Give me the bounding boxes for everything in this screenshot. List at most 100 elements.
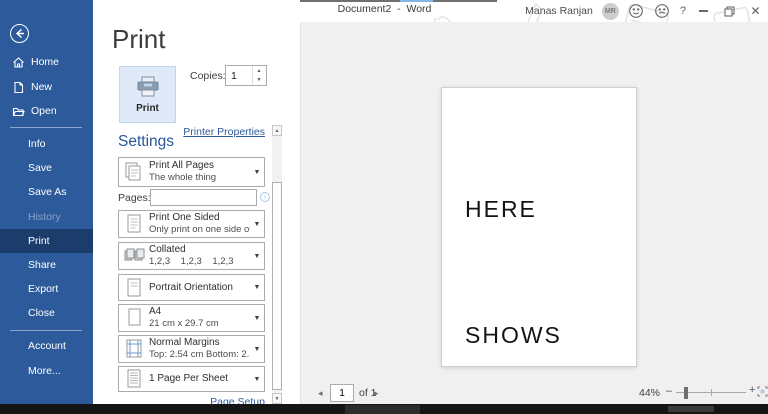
- copies-label: Copies:: [190, 70, 226, 82]
- sidebar-item-export[interactable]: Export: [0, 277, 93, 301]
- dropdown-text: A4 21 cm x 29.7 cm: [149, 306, 250, 330]
- sidebar-item-save-as[interactable]: Save As: [0, 180, 93, 204]
- dropdown-paper-size[interactable]: A4 21 cm x 29.7 cm ▼: [118, 304, 265, 332]
- chevron-down-icon: ▼: [253, 220, 261, 228]
- dropdown-print-all-pages[interactable]: Print All Pages The whole thing ▼: [118, 157, 265, 187]
- sidebar-divider: [10, 330, 82, 331]
- print-button[interactable]: Print: [119, 66, 176, 123]
- zoom-percent-label[interactable]: 44%: [630, 387, 660, 399]
- window-top-edge: [300, 0, 497, 2]
- minimize-button[interactable]: [695, 3, 712, 20]
- scrollbar-thumb[interactable]: [272, 182, 282, 390]
- feedback-frown-icon[interactable]: [654, 3, 671, 20]
- taskbar-app-highlight: [345, 405, 420, 414]
- titlebar-right-cluster: Manas Ranjan MR ? ✕: [525, 0, 764, 22]
- dropdown-margins[interactable]: Normal Margins Top: 2.54 cm Bottom: 2.54…: [118, 335, 265, 363]
- dropdown-subtitle: 21 cm x 29.7 cm: [149, 318, 219, 329]
- back-button[interactable]: [10, 24, 29, 43]
- preview-line: HERE: [465, 196, 537, 222]
- user-name[interactable]: Manas Ranjan: [525, 5, 593, 17]
- sidebar-item-label: Save: [28, 162, 52, 174]
- close-button[interactable]: ✕: [747, 3, 764, 20]
- dropdown-title: A4: [149, 306, 162, 317]
- previous-page-button[interactable]: ◂: [318, 388, 323, 399]
- sidebar-item-label: New: [31, 81, 53, 93]
- preview-page-text: HERE SHOWS THE PRINT PREVIEW: [465, 104, 613, 414]
- pages-label: Pages:: [118, 192, 151, 204]
- chevron-down-icon: ▼: [253, 168, 261, 176]
- restore-button[interactable]: [721, 3, 738, 20]
- sidebar-item-label: Close: [28, 307, 55, 319]
- pages-input[interactable]: [150, 189, 257, 206]
- sidebar-item-open[interactable]: Open: [0, 99, 93, 123]
- sidebar-item-share[interactable]: Share: [0, 253, 93, 277]
- feedback-smile-icon[interactable]: [628, 3, 645, 20]
- dropdown-print-one-sided[interactable]: Print One Sided Only print on one side o…: [118, 210, 265, 238]
- dropdown-subtitle: The whole thing: [149, 172, 217, 183]
- settings-scrollbar[interactable]: ▲ ▼: [272, 125, 282, 404]
- print-button-label: Print: [136, 102, 159, 114]
- copies-spinner: ▲ ▼: [225, 65, 267, 86]
- settings-heading: Settings: [118, 133, 175, 150]
- dropdown-title: Portrait Orientation: [149, 281, 233, 293]
- document-title: Document2 - Word: [337, 3, 432, 15]
- taskbar-clock-area: [668, 406, 714, 412]
- dropdown-text: 1 Page Per Sheet: [149, 373, 250, 385]
- sidebar-item-label: Export: [28, 283, 59, 295]
- dropdown-collated[interactable]: Collated 1,2,3 1,2,3 1,2,3 ▼: [118, 242, 265, 270]
- help-icon[interactable]: ?: [680, 5, 686, 17]
- sidebar-item-label: History: [28, 211, 61, 223]
- word-backstage-print-view: Document2 - Word Manas Ranjan MR ? ✕ Hom…: [0, 0, 768, 414]
- user-avatar[interactable]: MR: [601, 2, 619, 20]
- dropdown-title: 1 Page Per Sheet: [149, 373, 228, 384]
- zoom-in-button[interactable]: +: [749, 384, 755, 396]
- sidebar-item-save[interactable]: Save: [0, 156, 93, 180]
- dropdown-text: Print One Sided Only print on one side o…: [149, 212, 250, 236]
- backstage-sidebar: Home New Open Info Save Save As History …: [0, 0, 93, 404]
- dropdown-subtitle: Top: 2.54 cm Bottom: 2.54 c...: [149, 349, 250, 360]
- sidebar-item-more[interactable]: More...: [0, 359, 93, 383]
- zoom-out-button[interactable]: –: [666, 385, 672, 397]
- print-all-pages-icon: [119, 161, 149, 183]
- taskbar: [0, 404, 768, 414]
- sidebar-item-label: Info: [28, 138, 46, 150]
- sidebar-item-account[interactable]: Account: [0, 334, 93, 358]
- new-document-icon: [12, 81, 25, 94]
- sidebar-divider: [10, 127, 82, 128]
- page-title: Print: [112, 24, 166, 54]
- sidebar-item-label: Home: [31, 56, 60, 68]
- preview-page: HERE SHOWS THE PRINT PREVIEW: [441, 87, 637, 367]
- pages-info-icon[interactable]: i: [260, 192, 270, 202]
- scrollbar-down-button[interactable]: ▼: [272, 393, 282, 404]
- preview-line: SHOWS: [465, 322, 562, 348]
- next-page-button[interactable]: ▸: [374, 388, 379, 399]
- scrollbar-up-button[interactable]: ▲: [272, 125, 282, 136]
- printer-properties-link[interactable]: Printer Properties: [183, 126, 265, 138]
- pages-per-sheet-icon: [119, 368, 149, 390]
- sidebar-item-close[interactable]: Close: [0, 301, 93, 325]
- dropdown-text: Normal Margins Top: 2.54 cm Bottom: 2.54…: [149, 337, 250, 361]
- sidebar-item-label: Share: [28, 259, 57, 271]
- chevron-down-icon: ▼: [253, 375, 261, 383]
- sidebar-item-print[interactable]: Print: [0, 229, 93, 253]
- current-page-input[interactable]: [330, 384, 354, 402]
- copies-increment-button[interactable]: ▲: [253, 66, 265, 76]
- copies-input[interactable]: [226, 66, 252, 85]
- sidebar-item-info[interactable]: Info: [0, 132, 93, 156]
- print-preview-area: HERE SHOWS THE PRINT PREVIEW: [300, 22, 768, 404]
- sidebar-item-label: Open: [31, 105, 57, 117]
- zoom-slider-thumb[interactable]: [684, 387, 688, 399]
- open-folder-icon: [12, 105, 25, 118]
- sidebar-item-new[interactable]: New: [0, 75, 93, 99]
- dropdown-title: Normal Margins: [149, 337, 220, 348]
- dropdown-title: Print All Pages: [149, 160, 215, 171]
- a4-paper-icon: [119, 307, 149, 329]
- chevron-down-icon: ▼: [253, 284, 261, 291]
- zoom-to-page-icon[interactable]: [757, 386, 768, 397]
- sidebar-item-home[interactable]: Home: [0, 50, 93, 74]
- window-top-edge-accent: [400, 0, 433, 2]
- copies-decrement-button[interactable]: ▼: [253, 76, 265, 86]
- dropdown-orientation[interactable]: Portrait Orientation ▼: [118, 274, 265, 301]
- printer-icon: [137, 76, 158, 96]
- dropdown-pages-per-sheet[interactable]: 1 Page Per Sheet ▼: [118, 366, 265, 392]
